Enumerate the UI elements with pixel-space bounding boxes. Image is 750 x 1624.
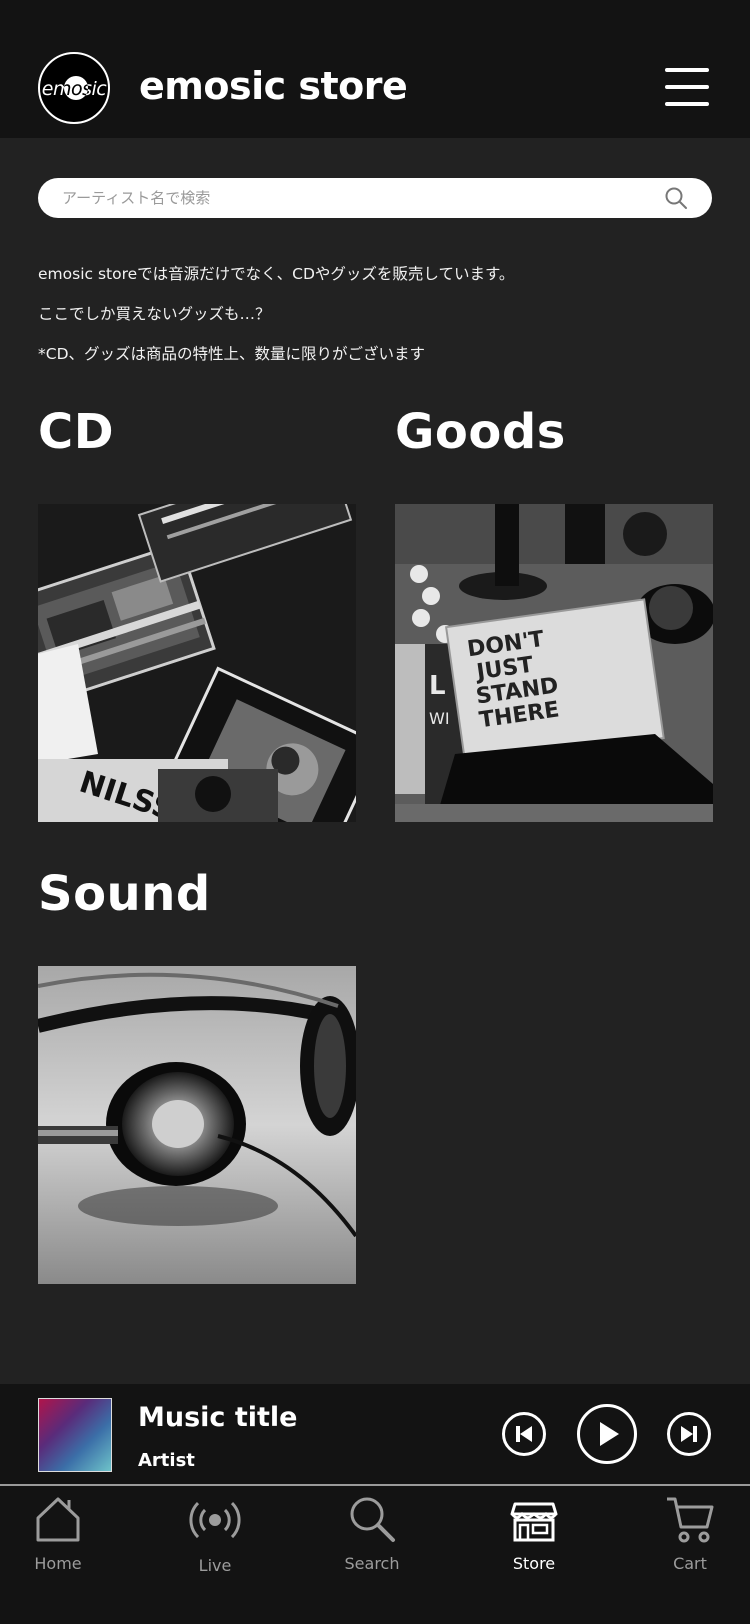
sound-category-image[interactable] bbox=[38, 966, 356, 1284]
app-header: emosic emosic store bbox=[0, 0, 750, 138]
tab-live[interactable]: Live bbox=[160, 1486, 270, 1624]
logo-text: emosic bbox=[41, 78, 107, 100]
cd-category-image[interactable]: NILSSO bbox=[38, 504, 356, 822]
store-icon bbox=[479, 1494, 589, 1554]
bottom-tab-bar: Home Live Search Store Cart bbox=[0, 1486, 750, 1624]
search-icon bbox=[317, 1494, 427, 1554]
emosic-logo[interactable]: emosic bbox=[38, 52, 110, 124]
goods-category-image[interactable]: L WI DON'T JUST STAND THERE bbox=[395, 504, 713, 822]
home-icon bbox=[3, 1494, 113, 1554]
tab-home-label: Home bbox=[34, 1554, 82, 1573]
category-title-goods: Goods bbox=[395, 404, 566, 460]
live-broadcast-icon bbox=[160, 1494, 270, 1554]
intro-text-3: *CD、グッズは商品の特性上、数量に限りがございます bbox=[38, 345, 426, 363]
next-track-button[interactable] bbox=[667, 1412, 711, 1456]
search-input[interactable] bbox=[62, 178, 662, 218]
tab-store[interactable]: Store bbox=[479, 1486, 589, 1624]
tab-store-label: Store bbox=[512, 1554, 556, 1573]
hamburger-menu-icon[interactable] bbox=[665, 68, 709, 108]
tab-search[interactable]: Search bbox=[317, 1486, 427, 1624]
tab-live-label: Live bbox=[198, 1556, 232, 1575]
tab-home[interactable]: Home bbox=[3, 1486, 113, 1624]
mini-player: Music title Artist bbox=[0, 1384, 750, 1484]
svg-text:L: L bbox=[429, 671, 446, 701]
tab-search-label: Search bbox=[344, 1554, 400, 1573]
tab-cart-label: Cart bbox=[673, 1554, 707, 1573]
cart-icon bbox=[635, 1494, 745, 1554]
intro-text-2: ここでしか買えないグッズも…？ bbox=[38, 305, 271, 323]
page-title: emosic store bbox=[139, 64, 408, 108]
svg-text:WI: WI bbox=[429, 709, 450, 728]
skip-previous-icon bbox=[516, 1426, 532, 1442]
play-button[interactable] bbox=[577, 1404, 637, 1464]
search-bar bbox=[38, 178, 712, 218]
album-art[interactable] bbox=[38, 1398, 112, 1472]
category-title-sound: Sound bbox=[38, 866, 211, 922]
track-title[interactable]: Music title bbox=[138, 1402, 297, 1433]
skip-next-icon bbox=[681, 1426, 697, 1442]
play-icon bbox=[600, 1422, 619, 1446]
tab-cart[interactable]: Cart bbox=[635, 1486, 745, 1624]
track-artist: Artist bbox=[138, 1450, 195, 1471]
category-title-cd: CD bbox=[38, 404, 115, 460]
intro-text-1: emosic storeでは音源だけでなく、CDやグッズを販売しています。 bbox=[38, 265, 515, 283]
previous-track-button[interactable] bbox=[502, 1412, 546, 1456]
search-icon[interactable] bbox=[664, 186, 688, 214]
